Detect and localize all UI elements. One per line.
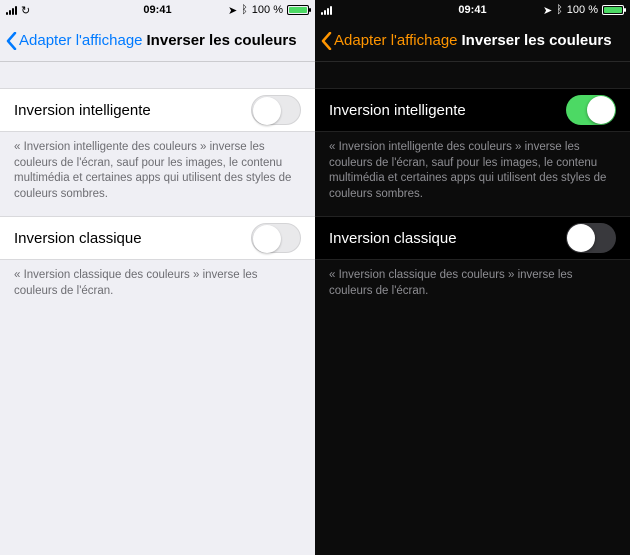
back-label: Adapter l'affichage <box>334 32 458 49</box>
dark-mode-pane: 09:41 ➤ ᛒ 100 % Adapter l'affichage Inve… <box>315 0 630 555</box>
smart-invert-label: Inversion intelligente <box>329 102 466 119</box>
smart-invert-row[interactable]: Inversion intelligente <box>0 88 315 132</box>
smart-invert-footer: « Inversion intelligente des couleurs » … <box>315 132 630 216</box>
status-bar: ↻ 09:41 ➤ ᛒ 100 % <box>0 0 315 20</box>
nav-bar: Adapter l'affichage Inverser les couleur… <box>0 20 315 62</box>
loading-icon: ↻ <box>21 4 30 17</box>
smart-invert-toggle[interactable] <box>251 95 301 125</box>
smart-invert-row[interactable]: Inversion intelligente <box>315 88 630 132</box>
location-icon: ➤ <box>228 4 237 17</box>
signal-strength-icon <box>6 5 17 15</box>
classic-invert-label: Inversion classique <box>14 230 142 247</box>
smart-invert-label: Inversion intelligente <box>14 102 151 119</box>
battery-icon <box>602 5 624 15</box>
classic-invert-footer: « Inversion classique des couleurs » inv… <box>315 260 630 313</box>
classic-invert-toggle[interactable] <box>566 223 616 253</box>
smart-invert-toggle[interactable] <box>566 95 616 125</box>
classic-invert-row[interactable]: Inversion classique <box>0 216 315 260</box>
light-mode-pane: ↻ 09:41 ➤ ᛒ 100 % Adapter l'affichage In… <box>0 0 315 555</box>
page-title: Inverser les couleurs <box>147 32 297 49</box>
battery-percent: 100 % <box>252 4 283 16</box>
back-button[interactable]: Adapter l'affichage <box>6 32 143 50</box>
nav-bar: Adapter l'affichage Inverser les couleur… <box>315 20 630 62</box>
battery-icon <box>287 5 309 15</box>
bluetooth-icon: ᛒ <box>241 4 248 16</box>
battery-percent: 100 % <box>567 4 598 16</box>
status-bar: 09:41 ➤ ᛒ 100 % <box>315 0 630 20</box>
classic-invert-label: Inversion classique <box>329 230 457 247</box>
classic-invert-toggle[interactable] <box>251 223 301 253</box>
smart-invert-footer: « Inversion intelligente des couleurs » … <box>0 132 315 216</box>
bluetooth-icon: ᛒ <box>556 4 563 16</box>
signal-strength-icon <box>321 5 332 15</box>
back-label: Adapter l'affichage <box>19 32 143 49</box>
back-button[interactable]: Adapter l'affichage <box>321 32 458 50</box>
chevron-left-icon <box>321 32 332 50</box>
page-title: Inverser les couleurs <box>462 32 612 49</box>
location-icon: ➤ <box>543 4 552 17</box>
classic-invert-footer: « Inversion classique des couleurs » inv… <box>0 260 315 313</box>
chevron-left-icon <box>6 32 17 50</box>
classic-invert-row[interactable]: Inversion classique <box>315 216 630 260</box>
